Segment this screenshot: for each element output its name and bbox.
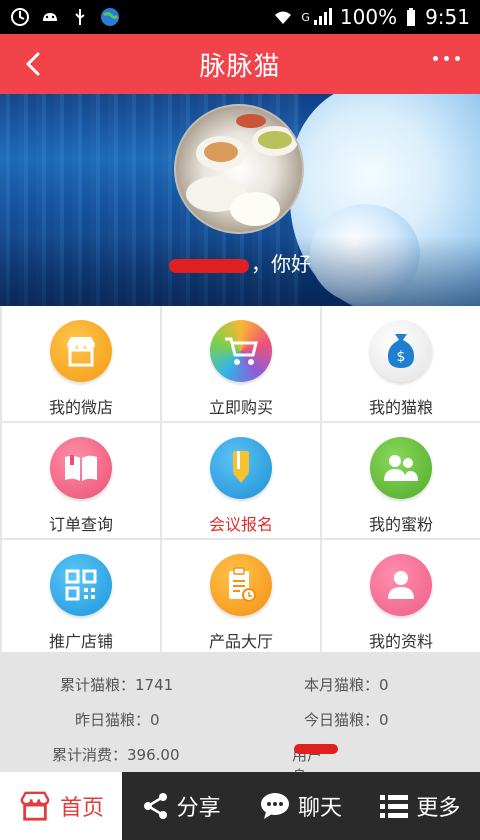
- stat-month-food: 本月猫粮：0: [304, 676, 389, 694]
- greeting-text: ，你好: [0, 248, 480, 277]
- battery-level: 100%: [339, 5, 398, 29]
- stat-total-spend: 累计消费：396.00: [52, 746, 180, 764]
- clock: 9:51: [425, 5, 470, 29]
- menu-label: 立即购买: [208, 398, 273, 417]
- menu-label: 我的微店: [48, 398, 113, 417]
- pen-icon: [210, 437, 272, 499]
- tab-chat-label: 聊天: [297, 796, 342, 821]
- money-bag-icon: $: [370, 320, 432, 382]
- menu-label: 我的猫粮: [368, 398, 433, 417]
- avatar[interactable]: [174, 104, 304, 234]
- sync-icon: [11, 8, 29, 26]
- share-icon: [143, 793, 167, 819]
- menu-item-my-food[interactable]: $ 我的猫粮: [322, 306, 480, 421]
- redacted-identity: [294, 744, 338, 754]
- back-icon[interactable]: [18, 48, 50, 80]
- list-icon: [380, 795, 409, 818]
- signal-icon: [313, 8, 332, 25]
- tab-chat[interactable]: 聊天: [241, 772, 360, 840]
- page-title: 脉脉猫: [199, 51, 281, 82]
- menu-item-meeting-signup[interactable]: 会议报名: [162, 423, 320, 538]
- title-bar: 脉脉猫: [0, 34, 480, 94]
- tab-share-label: 分享: [176, 796, 221, 821]
- shop-icon: [50, 320, 112, 382]
- menu-label: 推广店铺: [48, 632, 113, 651]
- menu-item-order-query[interactable]: 订单查询: [2, 423, 160, 538]
- network-type-label: G: [301, 11, 310, 24]
- tab-more-label: 更多: [416, 796, 461, 821]
- wifi-icon: [275, 11, 292, 24]
- stat-yesterday-food: 昨日猫粮：0: [75, 711, 160, 729]
- shop-icon: [20, 791, 50, 821]
- group-icon: [370, 437, 432, 499]
- android-icon: [43, 13, 57, 21]
- person-icon: [370, 554, 432, 616]
- clipboard-icon: [210, 554, 272, 616]
- menu-item-buy-now[interactable]: 立即购买: [162, 306, 320, 421]
- cart-icon: [210, 320, 272, 382]
- function-grid: 我的微店 立即购买 $ 我的猫粮 订单查询 会议报名 我的蜜粉 推广店铺 产品大…: [0, 306, 480, 656]
- tab-more[interactable]: 更多: [361, 772, 480, 840]
- greeting-suffix: ，你好: [251, 252, 311, 276]
- menu-label: 我的蜜粉: [368, 515, 433, 534]
- menu-item-promote-shop[interactable]: 推广店铺: [2, 540, 160, 656]
- tab-home-label: 首页: [59, 796, 104, 821]
- chat-bubble-icon: [260, 793, 289, 819]
- tab-share[interactable]: 分享: [122, 772, 241, 840]
- status-bar: G 100% 9:51: [0, 0, 480, 34]
- menu-label: 会议报名: [208, 515, 273, 534]
- bottom-nav: 首页 分享 聊天 更多: [0, 772, 480, 840]
- menu-label: 我的资料: [368, 632, 433, 651]
- book-icon: [50, 437, 112, 499]
- redacted-username: [169, 258, 249, 273]
- more-options-icon[interactable]: [433, 56, 460, 61]
- usb-icon: [75, 9, 85, 25]
- menu-item-my-profile[interactable]: 我的资料: [322, 540, 480, 656]
- svg-text:$: $: [397, 349, 406, 365]
- qrcode-icon: [50, 554, 112, 616]
- menu-label: 订单查询: [48, 515, 113, 534]
- tab-home[interactable]: 首页: [0, 772, 122, 840]
- menu-item-product-hall[interactable]: 产品大厅: [162, 540, 320, 656]
- stats-panel: 累计猫粮：1741 本月猫粮：0 昨日猫粮：0 今日猫粮：0 累计消费：396.…: [0, 652, 480, 806]
- menu-item-my-fans[interactable]: 我的蜜粉: [322, 423, 480, 538]
- stat-total-food: 累计猫粮：1741: [60, 676, 174, 694]
- menu-label: 产品大厅: [208, 632, 273, 651]
- globe-icon: [101, 8, 119, 26]
- menu-item-my-shop[interactable]: 我的微店: [2, 306, 160, 421]
- profile-banner: ，你好: [0, 94, 480, 306]
- battery-icon: [407, 8, 416, 26]
- stat-today-food: 今日猫粮：0: [304, 711, 389, 729]
